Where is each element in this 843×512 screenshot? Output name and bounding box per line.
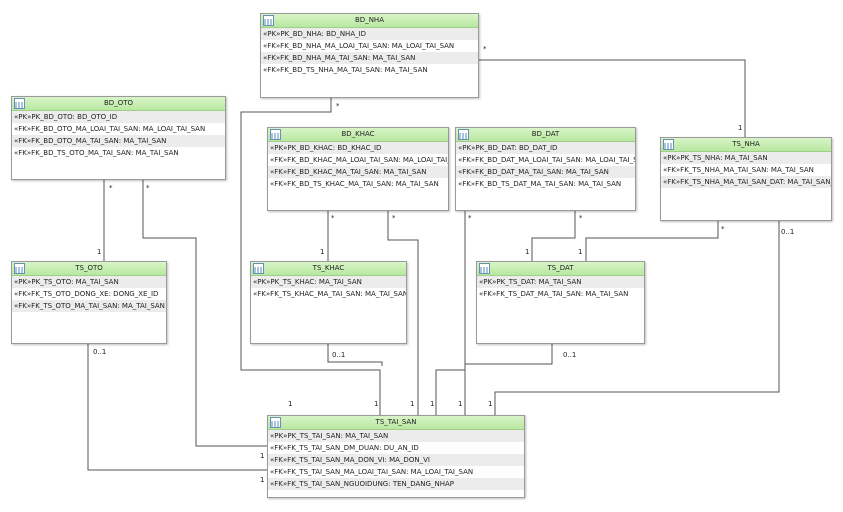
link-tsoto-tstaisan (87, 343, 270, 471)
entity-row[interactable]: «FK»FK_BD_TS_DAT_MA_TAI_SAN: MA_TAI_SAN (456, 178, 635, 190)
multiplicity-label: 1 (488, 400, 493, 408)
entity-row[interactable]: «FK»FK_TS_NHA_MA_TAI_SAN_DAT: MA_TAI_SAN… (661, 176, 831, 188)
entity-ts-tai-san[interactable]: TS_TAI_SAN «PK»PK_TS_TAI_SAN: MA_TAI_SAN… (267, 415, 525, 498)
entity-row[interactable]: «PK»PK_BD_DAT: BD_DAT_ID (456, 142, 635, 154)
entity-header: TS_OTO (12, 262, 166, 276)
multiplicity-label: 1 (458, 400, 463, 408)
entity-row[interactable]: «FK»FK_BD_KHAC_MA_LOAI_TAI_SAN: MA_LOAI_… (268, 154, 448, 166)
entity-row[interactable]: «PK»PK_BD_OTO: BD_OTO_ID (12, 111, 225, 123)
multiplicity-label: 0..1 (781, 228, 795, 236)
entity-title: TS_OTO (75, 264, 103, 272)
entity-row[interactable]: «FK»FK_BD_TS_KHAC_MA_TAI_SAN: MA_TAI_SAN (268, 178, 448, 190)
link-tsnha-tsdat (585, 220, 719, 262)
multiplicity-label: 1 (288, 400, 293, 408)
entity-row[interactable]: «FK»FK_TS_NHA_MA_TAI_SAN: MA_TAI_SAN (661, 164, 831, 176)
multiplicity-label: 1 (410, 400, 415, 408)
entity-title: BD_NHA (355, 16, 384, 24)
multiplicity-label: 1 (260, 452, 265, 460)
multiplicity-label: * (721, 225, 725, 233)
multiplicity-label: 1 (260, 476, 265, 484)
link-tsdat-tstaisan (464, 343, 553, 415)
multiplicity-label: 1 (525, 248, 530, 256)
entity-row[interactable]: «FK»FK_TS_KHAC_MA_TAI_SAN: MA_TAI_SAN (251, 288, 406, 300)
link-bdnha-tsnha (478, 59, 746, 137)
multiplicity-label: 1 (374, 400, 379, 408)
multiplicity-label: * (483, 45, 487, 53)
multiplicity-label: 0..1 (332, 351, 346, 359)
entity-row[interactable]: «PK»PK_BD_KHAC: BD_KHAC_ID (268, 142, 448, 154)
entity-header: BD_OTO (12, 97, 225, 111)
entity-title: BD_KHAC (341, 130, 375, 138)
multiplicity-label: 1 (430, 400, 435, 408)
multiplicity-label: 0..1 (93, 348, 107, 356)
entity-header: BD_DAT (456, 128, 635, 142)
entity-row[interactable]: «FK»FK_BD_DAT_MA_LOAI_TAI_SAN: MA_LOAI_T… (456, 154, 635, 166)
entity-row[interactable]: «FK»FK_BD_NHA_MA_TAI_SAN: MA_TAI_SAN (261, 52, 478, 64)
entity-ts-khac[interactable]: TS_KHAC «PK»PK_TS_KHAC: MA_TAI_SAN «FK»F… (250, 261, 407, 344)
multiplicity-label: * (336, 102, 340, 110)
entity-row[interactable]: «FK»FK_BD_DAT_MA_TAI_SAN: MA_TAI_SAN (456, 166, 635, 178)
entity-row[interactable]: «PK»PK_TS_NHA: MA_TAI_SAN (661, 152, 831, 164)
multiplicity-label: 1 (97, 248, 102, 256)
entity-header: TS_DAT (477, 262, 644, 276)
entity-row[interactable]: «FK»FK_BD_OTO_MA_LOAI_TAI_SAN: MA_LOAI_T… (12, 123, 225, 135)
entity-row[interactable]: «PK»PK_TS_OTO: MA_TAI_SAN (12, 276, 166, 288)
entity-row[interactable]: «PK»PK_BD_NHA: BD_NHA_ID (261, 28, 478, 40)
entity-row[interactable]: «FK»FK_BD_TS_NHA_MA_TAI_SAN: MA_TAI_SAN (261, 64, 478, 76)
entity-title: TS_DAT (547, 264, 574, 272)
multiplicity-label: * (579, 214, 583, 222)
entity-title: TS_TAI_SAN (375, 418, 417, 426)
entity-ts-nha[interactable]: TS_NHA «PK»PK_TS_NHA: MA_TAI_SAN «FK»FK_… (660, 137, 832, 221)
multiplicity-label: * (392, 214, 396, 222)
entity-bd-oto[interactable]: BD_OTO «PK»PK_BD_OTO: BD_OTO_ID «FK»FK_B… (11, 96, 226, 180)
entity-row[interactable]: «FK»FK_TS_OTO_DONG_XE: DONG_XE_ID (12, 288, 166, 300)
entity-header: BD_NHA (261, 14, 478, 28)
multiplicity-label: * (468, 214, 472, 222)
link-bddat-tstaisan (435, 210, 466, 415)
entity-row[interactable]: «FK»FK_TS_DAT_MA_TAI_SAN: MA_TAI_SAN (477, 288, 644, 300)
entity-header: TS_NHA (661, 138, 831, 152)
entity-row[interactable]: «FK»FK_BD_KHAC_MA_TAI_SAN: MA_TAI_SAN (268, 166, 448, 178)
entity-header: TS_KHAC (251, 262, 406, 276)
multiplicity-label: 1 (320, 248, 325, 256)
entity-title: TS_NHA (732, 140, 760, 148)
entity-bd-dat[interactable]: BD_DAT «PK»PK_BD_DAT: BD_DAT_ID «FK»FK_B… (455, 127, 636, 211)
diagram-canvas: BD_NHA «PK»PK_BD_NHA: BD_NHA_ID «FK»FK_B… (0, 0, 843, 512)
multiplicity-label: * (109, 184, 113, 192)
entity-row[interactable]: «FK»FK_BD_OTO_MA_TAI_SAN: MA_TAI_SAN (12, 135, 225, 147)
entity-row[interactable]: «FK»FK_TS_TAI_SAN_MA_DON_VI: MA_DON_VI (268, 454, 524, 466)
entity-header: TS_TAI_SAN (268, 416, 524, 430)
entity-row[interactable]: «FK»FK_TS_OTO_MA_TAI_SAN: MA_TAI_SAN (12, 300, 166, 312)
entity-row[interactable]: «PK»PK_TS_DAT: MA_TAI_SAN (477, 276, 644, 288)
entity-row[interactable]: «FK»FK_BD_TS_OTO_MA_TAI_SAN: MA_TAI_SAN (12, 147, 225, 159)
entity-row[interactable]: «PK»PK_TS_KHAC: MA_TAI_SAN (251, 276, 406, 288)
link-bddat-tsdat (531, 210, 576, 262)
multiplicity-label: 1 (578, 248, 583, 256)
entity-row[interactable]: «PK»PK_TS_TAI_SAN: MA_TAI_SAN (268, 430, 524, 442)
entity-bd-khac[interactable]: BD_KHAC «PK»PK_BD_KHAC: BD_KHAC_ID «FK»F… (267, 127, 449, 211)
entity-title: TS_KHAC (312, 264, 345, 272)
multiplicity-label: * (146, 184, 150, 192)
entity-header: BD_KHAC (268, 128, 448, 142)
entity-row[interactable]: «FK»FK_TS_TAI_SAN_DM_DUAN: DU_AN_ID (268, 442, 524, 454)
entity-title: BD_OTO (104, 99, 133, 107)
multiplicity-label: 0..1 (563, 351, 577, 359)
entity-bd-nha[interactable]: BD_NHA «PK»PK_BD_NHA: BD_NHA_ID «FK»FK_B… (260, 13, 479, 98)
entity-ts-dat[interactable]: TS_DAT «PK»PK_TS_DAT: MA_TAI_SAN «FK»FK_… (476, 261, 645, 344)
entity-row[interactable]: «FK»FK_TS_TAI_SAN_MA_LOAI_TAI_SAN: MA_LO… (268, 466, 524, 478)
entity-row[interactable]: «FK»FK_TS_TAI_SAN_NGUOIDUNG: TEN_DANG_NH… (268, 478, 524, 490)
multiplicity-label: 1 (738, 124, 743, 132)
multiplicity-label: * (331, 214, 335, 222)
entity-title: BD_DAT (531, 130, 560, 138)
entity-row[interactable]: «FK»FK_BD_NHA_MA_LOAI_TAI_SAN: MA_LOAI_T… (261, 40, 478, 52)
entity-ts-oto[interactable]: TS_OTO «PK»PK_TS_OTO: MA_TAI_SAN «FK»FK_… (11, 261, 167, 344)
